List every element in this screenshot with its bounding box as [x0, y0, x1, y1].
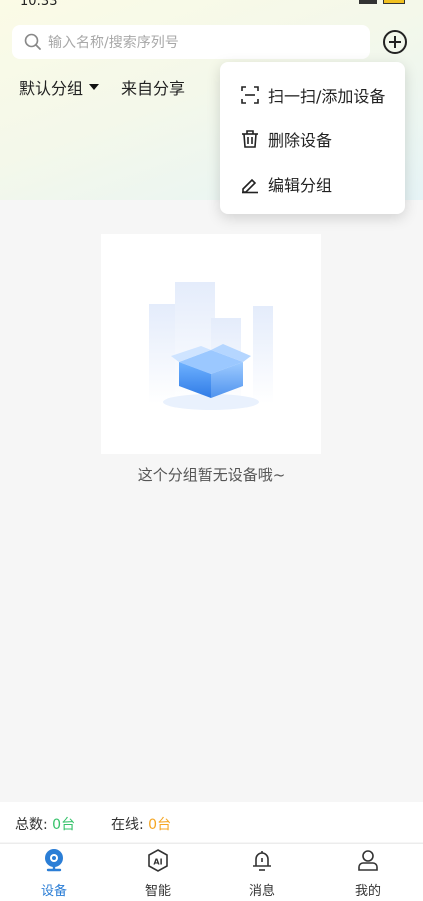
nav-label: 消息 — [248, 884, 275, 899]
tab-label: 来自分享 — [121, 79, 186, 98]
svg-text:AI: AI — [153, 858, 162, 867]
caret-down-icon — [89, 84, 100, 90]
menu-item-label: 扫一扫/添加设备 — [268, 87, 386, 106]
status-icons — [359, 0, 405, 4]
battery-icon — [383, 0, 405, 4]
user-icon — [358, 850, 378, 871]
trash-icon — [242, 130, 258, 148]
search-icon — [24, 33, 41, 50]
nav-item-smart[interactable]: AI 智能 — [118, 848, 198, 899]
nav-item-me[interactable]: 我的 — [328, 848, 408, 899]
menu-item-delete[interactable]: 删除设备 — [240, 127, 332, 151]
menu-item-edit-group[interactable]: 编辑分组 — [240, 172, 332, 196]
tab-label: 默认分组 — [19, 79, 84, 98]
nav-item-devices[interactable]: 设备 — [14, 848, 94, 899]
nav-label: 我的 — [354, 884, 381, 899]
edit-icon — [242, 178, 258, 194]
camera-icon — [45, 849, 63, 872]
total-label: 总数: — [15, 817, 48, 833]
plus-icon — [389, 36, 401, 48]
status-time: 10:33 — [20, 0, 58, 9]
search-input[interactable]: 输入名称/搜索序列号 — [12, 25, 370, 59]
group-tabs: 默认分组 来自分享 — [19, 75, 185, 99]
ai-icon: AI — [148, 849, 168, 872]
signal-icon — [359, 0, 377, 4]
menu-item-label: 编辑分组 — [268, 176, 333, 195]
dropdown-menu: 扫一扫/添加设备 删除设备 编辑分组 — [220, 62, 405, 214]
empty-state-text: 这个分组暂无设备哦~ — [137, 466, 286, 484]
empty-illustration — [101, 234, 321, 454]
online-label: 在线: — [111, 817, 144, 833]
total-value: 0台 — [52, 817, 76, 833]
menu-item-label: 删除设备 — [268, 131, 333, 150]
tab-default-group[interactable]: 默认分组 — [19, 75, 100, 99]
nav-label: 设备 — [40, 884, 67, 899]
device-summary: 总数: 0台 在线: 0台 — [0, 802, 423, 842]
online-value: 0台 — [148, 817, 172, 833]
bell-icon — [253, 851, 271, 871]
add-button[interactable] — [383, 30, 407, 54]
tab-shared[interactable]: 来自分享 — [121, 75, 185, 99]
nav-item-messages[interactable]: 消息 — [222, 848, 302, 899]
nav-label: 智能 — [144, 884, 171, 899]
status-bar: 10:33 — [0, 0, 423, 10]
online-count: 在线: 0台 — [111, 814, 171, 834]
search-placeholder: 输入名称/搜索序列号 — [48, 35, 179, 51]
total-count: 总数: 0台 — [15, 814, 75, 834]
bottom-nav: 设备 AI 智能 消息 我的 — [0, 843, 423, 901]
scan-icon — [241, 86, 259, 104]
menu-item-scan-add[interactable]: 扫一扫/添加设备 — [240, 83, 385, 107]
